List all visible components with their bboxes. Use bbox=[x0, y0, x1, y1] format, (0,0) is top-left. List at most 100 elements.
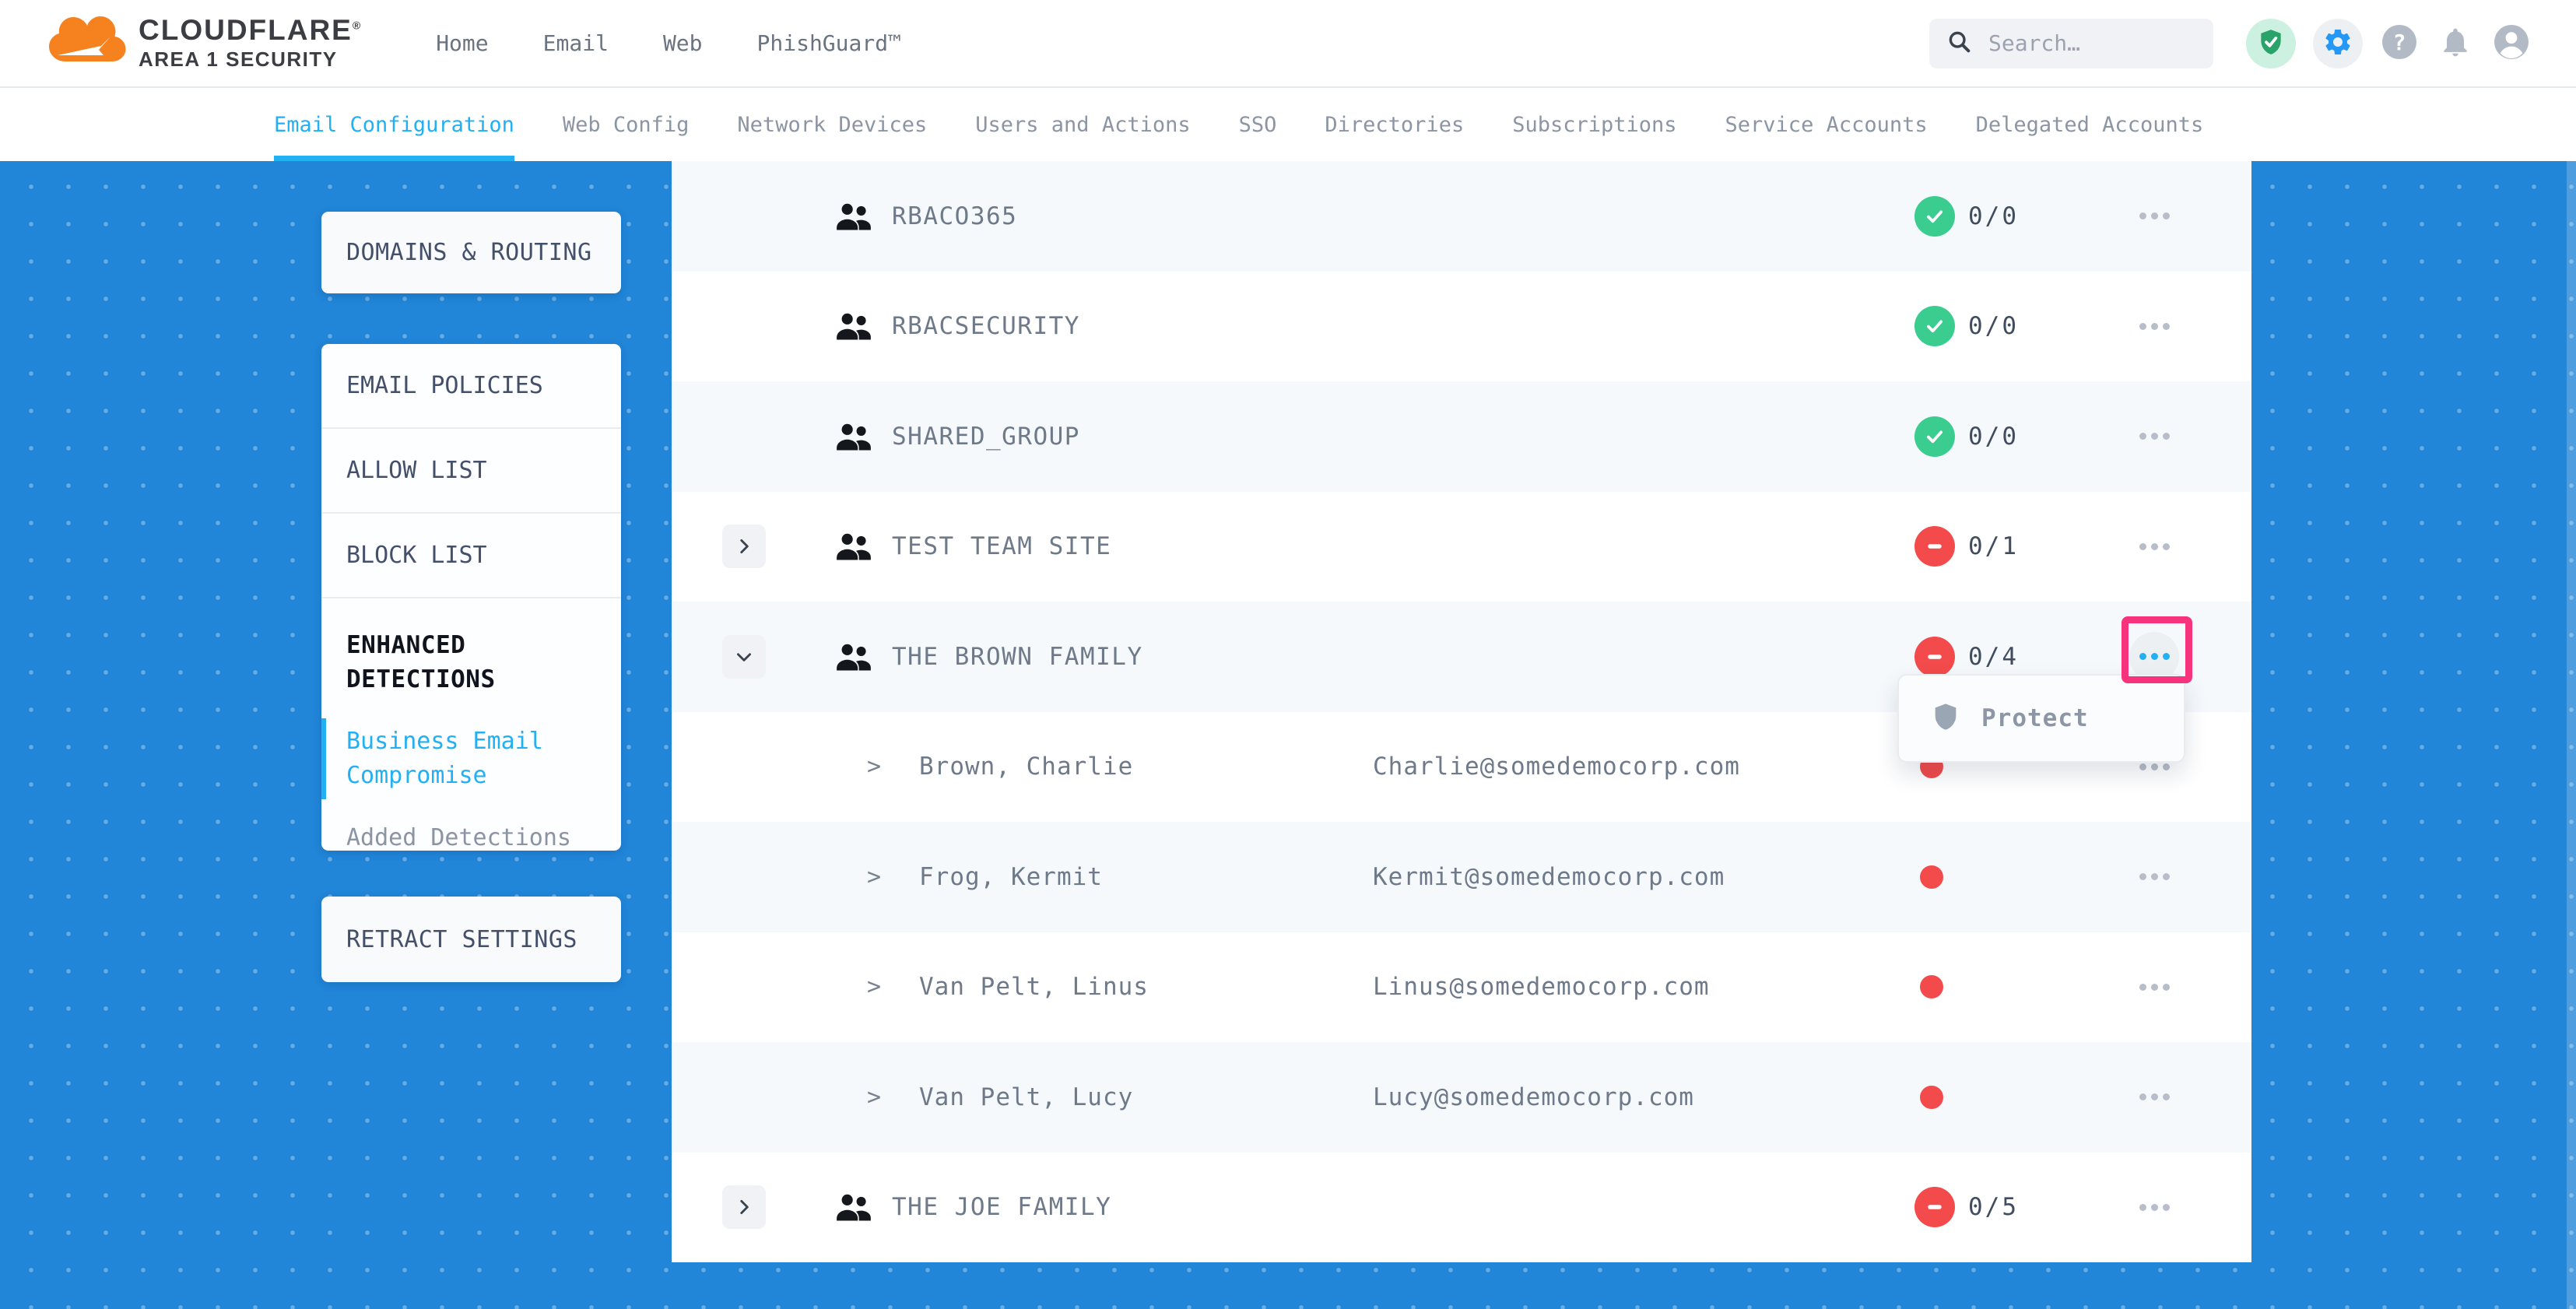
header-icon-row: ? bbox=[2246, 19, 2531, 68]
tab-delegated-accounts[interactable]: Delegated Accounts bbox=[1976, 88, 2204, 161]
table-row-test-team-site: TEST TEAM SITE0/1 bbox=[672, 492, 2251, 602]
sidebar-item-domains-routing[interactable]: DOMAINS & ROUTING bbox=[346, 239, 592, 266]
sidebar-item-business-email-compromise[interactable]: Business Email Compromise bbox=[321, 725, 596, 793]
shield-icon bbox=[1930, 700, 1961, 737]
search-icon bbox=[1946, 29, 1973, 58]
tab-directories[interactable]: Directories bbox=[1325, 88, 1464, 161]
sidebar-item-retract-settings[interactable]: RETRACT SETTINGS bbox=[346, 926, 577, 953]
group-name: THE JOE FAMILY bbox=[892, 1193, 1111, 1221]
top-header: CLOUDFLARE® AREA 1 SECURITY Home Email Web… bbox=[0, 0, 2576, 88]
sidebar-item-email-policies[interactable]: EMAIL POLICIES bbox=[321, 344, 621, 427]
row-actions-menu-shared-group[interactable] bbox=[2129, 412, 2179, 461]
top-nav-item-home[interactable]: Home bbox=[436, 30, 488, 56]
tab-users-and-actions[interactable]: Users and Actions bbox=[975, 88, 1190, 161]
status-badge-check bbox=[1914, 306, 1955, 346]
sidebar-card-policies: EMAIL POLICIESALLOW LISTBLOCK LIST ENHAN… bbox=[321, 344, 621, 851]
top-nav-item-email[interactable]: Email bbox=[543, 30, 609, 56]
group-icon bbox=[834, 422, 873, 451]
sidebar-item-block-list[interactable]: BLOCK LIST bbox=[321, 512, 621, 597]
table-row-rbaco365: RBACO365 0/0 bbox=[672, 161, 2251, 272]
status-badge-check bbox=[1914, 196, 1955, 237]
row-actions-menu-van-pelt-linus[interactable] bbox=[2129, 962, 2179, 1012]
search-box[interactable] bbox=[1929, 19, 2213, 68]
status-badge-minus bbox=[1914, 637, 1955, 677]
row-actions-menu-test-team-site[interactable] bbox=[2129, 521, 2179, 571]
top-nav: Home Email Web PhishGuard™ bbox=[436, 30, 901, 56]
status-badge-minus bbox=[1914, 1187, 1955, 1227]
tab-sso[interactable]: SSO bbox=[1239, 88, 1277, 161]
member-name: Frog, Kermit bbox=[919, 863, 1103, 891]
table-row-rbacsecurity: RBACSECURITY 0/0 bbox=[672, 272, 2251, 382]
member-email: Charlie@somedemocorp.com bbox=[1373, 753, 1740, 781]
group-count: 0/0 bbox=[1968, 423, 2019, 451]
group-icon bbox=[834, 202, 873, 231]
group-count: 0/5 bbox=[1968, 1193, 2019, 1221]
tab-email-configuration[interactable]: Email Configuration bbox=[274, 88, 514, 161]
tab-network-devices[interactable]: Network Devices bbox=[737, 88, 927, 161]
table-row-van-pelt-lucy: > Van Pelt, Lucy Lucy@somedemocorp.com bbox=[672, 1042, 2251, 1153]
tab-subscriptions[interactable]: Subscriptions bbox=[1512, 88, 1676, 161]
row-actions-menu-frog-kermit[interactable] bbox=[2129, 852, 2179, 902]
status-dot bbox=[1920, 975, 1943, 998]
tab-web-config[interactable]: Web Config bbox=[563, 88, 690, 161]
group-name: TEST TEAM SITE bbox=[892, 532, 1111, 560]
table-row-the-joe-family: THE JOE FAMILY 0/5 bbox=[672, 1153, 2251, 1263]
status-badge-check bbox=[1914, 416, 1955, 457]
account-button[interactable] bbox=[2492, 24, 2531, 63]
search-input[interactable] bbox=[1987, 30, 2196, 57]
group-name: RBACSECURITY bbox=[892, 312, 1080, 340]
member-chevron-icon: > bbox=[867, 863, 881, 890]
group-icon bbox=[834, 311, 873, 341]
secondary-nav: Email Configuration Web Config Network Dev… bbox=[0, 88, 2576, 161]
row-actions-menu-the-joe-family[interactable] bbox=[2129, 1182, 2179, 1232]
expand-right-button[interactable] bbox=[722, 525, 766, 568]
group-name: SHARED_GROUP bbox=[892, 423, 1080, 451]
tab-service-accounts[interactable]: Service Accounts bbox=[1725, 88, 1928, 161]
brand-name: CLOUDFLARE® bbox=[139, 16, 362, 46]
expand-down-button[interactable] bbox=[722, 635, 766, 679]
row-actions-menu-rbacsecurity[interactable] bbox=[2129, 301, 2179, 351]
cloudflare-logo: CLOUDFLARE® AREA 1 SECURITY bbox=[47, 16, 362, 70]
status-badge-minus bbox=[1914, 526, 1955, 567]
sidebar-card-retract-settings[interactable]: RETRACT SETTINGS bbox=[321, 897, 621, 982]
settings-button[interactable] bbox=[2313, 19, 2363, 68]
status-dot bbox=[1920, 1086, 1943, 1109]
member-name: Van Pelt, Lucy bbox=[919, 1083, 1133, 1111]
sidebar-card-domains-routing[interactable]: DOMAINS & ROUTING bbox=[321, 212, 621, 293]
member-email: Linus@somedemocorp.com bbox=[1373, 973, 1710, 1001]
member-name: Van Pelt, Linus bbox=[919, 973, 1149, 1001]
sidebar-section-enhanced-detections: ENHANCED DETECTIONS Business Email Compr… bbox=[321, 597, 621, 855]
security-shield-status-button[interactable] bbox=[2246, 19, 2296, 68]
context-menu-item-protect[interactable]: Protect bbox=[1981, 704, 2089, 732]
group-name: RBACO365 bbox=[892, 202, 1017, 230]
cloudflare-cloud-icon bbox=[47, 16, 128, 69]
sidebar-heading-enhanced-detections[interactable]: ENHANCED DETECTIONS bbox=[321, 628, 596, 697]
member-chevron-icon: > bbox=[867, 753, 881, 781]
shield-check-icon bbox=[2256, 27, 2286, 60]
help-button[interactable]: ? bbox=[2380, 24, 2419, 63]
sidebar-item-allow-list[interactable]: ALLOW LIST bbox=[321, 427, 621, 512]
member-email: Kermit@somedemocorp.com bbox=[1373, 863, 1725, 891]
group-icon bbox=[834, 642, 873, 672]
row-actions-menu-van-pelt-lucy[interactable] bbox=[2129, 1072, 2179, 1122]
sidebar-item-added-detections[interactable]: Added Detections bbox=[321, 821, 596, 855]
expand-right-button[interactable] bbox=[722, 1185, 766, 1229]
top-nav-item-phishguard[interactable]: PhishGuard™ bbox=[757, 30, 901, 56]
help-icon: ? bbox=[2381, 23, 2418, 64]
group-count: 0/0 bbox=[1968, 202, 2019, 230]
group-count: 0/0 bbox=[1968, 312, 2019, 340]
member-chevron-icon: > bbox=[867, 1083, 881, 1111]
gear-icon bbox=[2322, 26, 2353, 61]
group-name: THE BROWN FAMILY bbox=[892, 643, 1143, 671]
avatar-icon bbox=[2493, 23, 2530, 64]
notifications-button[interactable] bbox=[2436, 24, 2475, 63]
row-actions-menu-rbaco365[interactable] bbox=[2129, 191, 2179, 241]
status-dot bbox=[1920, 865, 1943, 889]
bell-icon bbox=[2438, 25, 2472, 62]
top-nav-item-web[interactable]: Web bbox=[663, 30, 703, 56]
svg-text:?: ? bbox=[2393, 30, 2406, 55]
table-row-van-pelt-linus: > Van Pelt, Linus Linus@somedemocorp.com bbox=[672, 932, 2251, 1043]
member-email: Lucy@somedemocorp.com bbox=[1373, 1083, 1694, 1111]
row-context-menu[interactable]: Protect bbox=[1897, 674, 2185, 763]
member-chevron-icon: > bbox=[867, 974, 881, 1001]
